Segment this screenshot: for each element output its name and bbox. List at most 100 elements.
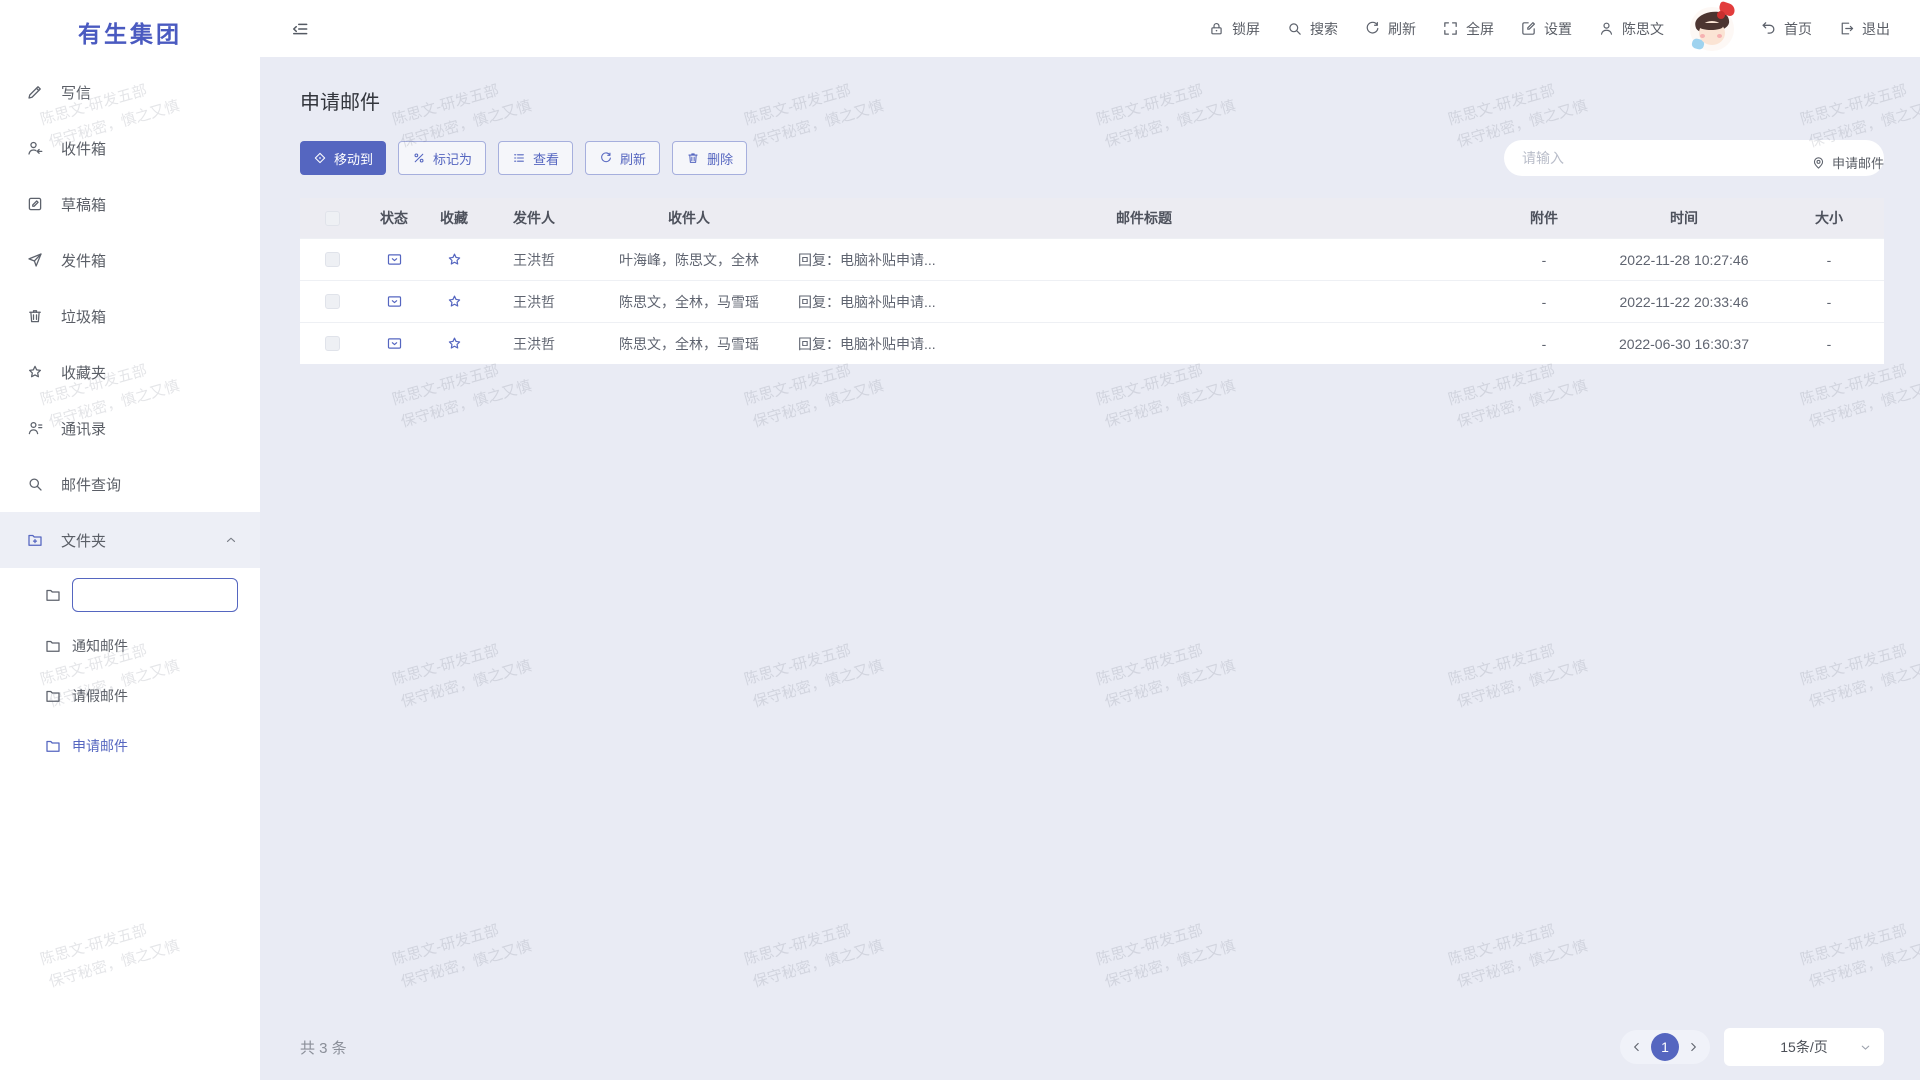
sidebar-item-drafts[interactable]: 草稿箱 [0,176,260,232]
brand-logo: 有生集团 [0,0,260,64]
sidebar-folder-leave[interactable]: 请假邮件 [0,671,260,721]
table-row[interactable]: 王洪哲 陈思文，全林，马雪瑶 回复：电脑补贴申请... - 2022-06-30… [300,322,1884,364]
cell-time: 2022-06-30 16:30:37 [1594,336,1774,352]
row-checkbox[interactable] [325,294,340,309]
move-to-button[interactable]: 移动到 [300,141,386,175]
sidebar-folder-apply[interactable]: 申请邮件 [0,721,260,771]
cell-attachment: - [1494,336,1594,352]
fullscreen-icon [1442,20,1459,37]
search-button[interactable]: 搜索 [1286,19,1338,39]
menu-fold-icon[interactable] [290,19,310,39]
col-header-status: 状态 [364,208,424,228]
col-header-subject: 邮件标题 [794,208,1494,228]
row-checkbox[interactable] [325,252,340,267]
col-header-attachment: 附件 [1494,208,1594,228]
cell-attachment: - [1494,294,1594,310]
home-button[interactable]: 首页 [1760,19,1812,39]
table-row[interactable]: 王洪哲 陈思文，全林，马雪瑶 回复：电脑补贴申请... - 2022-11-22… [300,280,1884,322]
new-folder-input[interactable] [72,578,238,612]
folder-label: 通知邮件 [72,636,128,656]
sidebar-section-folders[interactable]: 文件夹 [0,512,260,568]
col-header-sender: 发件人 [484,208,584,228]
mark-icon [412,151,426,165]
page-size-select[interactable]: 15条/页 [1724,1028,1884,1066]
home-label: 首页 [1784,19,1812,39]
draft-icon [26,195,44,213]
col-header-time: 时间 [1594,208,1774,228]
fullscreen-button[interactable]: 全屏 [1442,19,1494,39]
breadcrumb: 申请邮件 [1811,153,1884,172]
cell-time: 2022-11-28 10:27:46 [1594,252,1774,268]
toolbar: 移动到 标记为 查看 刷新 删除 [300,140,1884,176]
refresh-icon [599,151,613,165]
cell-subject[interactable]: 回复：电脑补贴申请... [794,334,1494,354]
cell-recipients: 陈思文，全林，马雪瑶 [584,292,794,312]
folder-icon [44,737,62,755]
pager: 1 [1620,1030,1710,1064]
cell-attachment: - [1494,252,1594,268]
cell-size: - [1774,336,1884,352]
user-menu[interactable]: 陈思文 [1598,19,1664,39]
sidebar-item-favorites[interactable]: 收藏夹 [0,344,260,400]
sidebar-folder-notice[interactable]: 通知邮件 [0,621,260,671]
next-page-button[interactable] [1686,1040,1700,1054]
folder-icon [44,637,62,655]
person-icon [1598,20,1615,37]
sidebar-item-label: 收藏夹 [61,362,106,383]
sidebar-item-inbox[interactable]: 收件箱 [0,120,260,176]
cell-sender: 王洪哲 [484,292,584,312]
pencil-icon [26,83,44,101]
sidebar-item-mail-search[interactable]: 邮件查询 [0,456,260,512]
folder-plus-icon [26,531,44,549]
sidebar-item-compose[interactable]: 写信 [0,64,260,120]
cell-subject[interactable]: 回复：电脑补贴申请... [794,292,1494,312]
sidebar-item-contacts[interactable]: 通讯录 [0,400,260,456]
cell-subject[interactable]: 回复：电脑补贴申请... [794,250,1494,270]
page-number-1[interactable]: 1 [1651,1033,1679,1061]
view-button[interactable]: 查看 [498,141,573,175]
sidebar-item-label: 通讯录 [61,418,106,439]
sidebar-item-trash[interactable]: 垃圾箱 [0,288,260,344]
view-label: 查看 [533,149,559,168]
sidebar-item-label: 发件箱 [61,250,106,271]
star-icon[interactable] [446,251,463,268]
cell-sender: 王洪哲 [484,334,584,354]
main-content: 申请邮件 申请邮件 移动到 标记为 查看 刷新 删除 状态 [260,57,1920,1080]
send-icon [26,251,44,269]
star-icon[interactable] [446,335,463,352]
select-all-checkbox[interactable] [325,211,340,226]
star-icon [26,363,44,381]
settings-button[interactable]: 设置 [1520,19,1572,39]
prev-page-button[interactable] [1630,1040,1644,1054]
folder-new-row [0,568,260,621]
search-icon [1286,20,1303,37]
lock-screen-button[interactable]: 锁屏 [1208,19,1260,39]
table-row[interactable]: 王洪哲 叶海峰，陈思文，全林 回复：电脑补贴申请... - 2022-11-28… [300,238,1884,280]
refresh-list-button[interactable]: 刷新 [585,141,660,175]
sidebar-item-label: 邮件查询 [61,474,121,495]
delete-button[interactable]: 删除 [672,141,747,175]
folder-icon [44,687,62,705]
mark-as-button[interactable]: 标记为 [398,141,486,175]
chevron-down-icon [1859,1041,1872,1054]
refresh-icon [1364,20,1381,37]
topbar-actions: 锁屏 搜索 刷新 全屏 设置 陈思文 [1208,7,1890,51]
avatar-bang [1699,23,1723,30]
sidebar-item-label: 草稿箱 [61,194,106,215]
list-icon [512,151,526,165]
star-icon[interactable] [446,293,463,310]
refresh-list-label: 刷新 [620,149,646,168]
col-header-favorite: 收藏 [424,208,484,228]
avatar[interactable] [1690,7,1734,51]
page-size-value: 15条/页 [1780,1037,1827,1057]
sidebar-item-sent[interactable]: 发件箱 [0,232,260,288]
fullscreen-label: 全屏 [1466,19,1494,39]
refresh-button[interactable]: 刷新 [1364,19,1416,39]
page-title: 申请邮件 [300,86,1884,115]
chevron-up-icon[interactable] [224,533,238,547]
row-checkbox[interactable] [325,336,340,351]
logout-button[interactable]: 退出 [1838,19,1890,39]
folder-label: 申请邮件 [72,736,128,756]
cell-time: 2022-11-22 20:33:46 [1594,294,1774,310]
avatar-bow-knot [1717,11,1725,19]
